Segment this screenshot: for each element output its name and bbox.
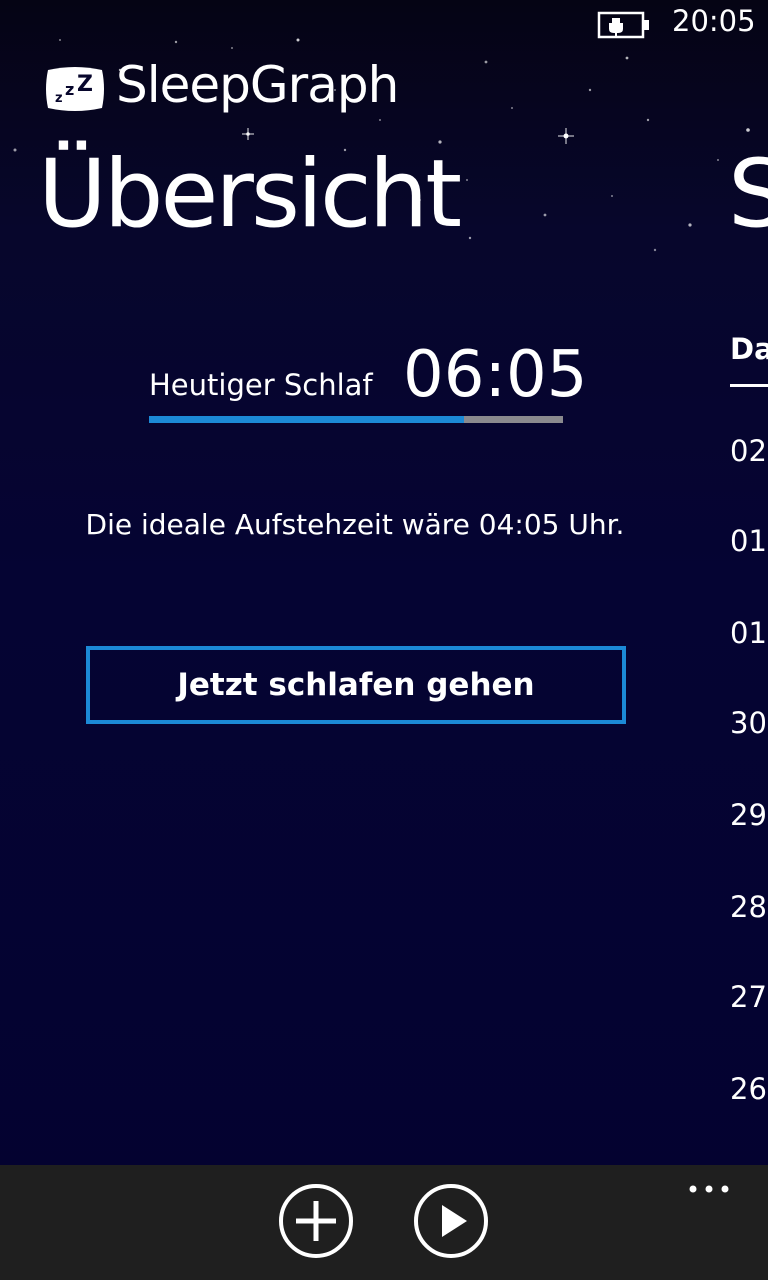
next-panel-list-item[interactable]: 01.	[730, 616, 768, 650]
next-panel-header-underline	[730, 384, 768, 387]
svg-text:Z: Z	[77, 72, 93, 97]
battery-charging-icon	[597, 11, 649, 39]
go-to-sleep-button[interactable]: Jetzt schlafen gehen	[86, 646, 626, 724]
pillow-zzz-icon: z z Z	[46, 67, 104, 111]
ideal-wake-time-text: Die ideale Aufstehzeit wäre 04:05 Uhr.	[85, 508, 625, 541]
next-panel-list-item[interactable]: 29.	[730, 798, 768, 832]
sleep-progress-bar	[149, 416, 563, 423]
pivot-header-overview[interactable]: Übersicht	[38, 140, 462, 249]
app-title: SleepGraph	[116, 56, 399, 114]
sleep-duration-value: 06:05	[403, 338, 588, 412]
sleep-label: Heutiger Schlaf	[149, 368, 373, 402]
next-panel-list-item[interactable]: 26.	[730, 1072, 768, 1106]
add-circle-icon[interactable]	[278, 1183, 354, 1259]
next-panel-list-item[interactable]: 28.	[730, 890, 768, 924]
next-panel-list-item[interactable]: 01.	[730, 524, 768, 558]
status-time: 20:05	[672, 4, 756, 38]
play-circle-icon[interactable]	[413, 1183, 489, 1259]
app-bar	[0, 1165, 768, 1280]
sleep-progress-fill	[149, 416, 464, 423]
svg-text:z: z	[65, 80, 74, 99]
next-panel-column-header: Da	[730, 332, 768, 366]
status-bar: 20:05	[0, 0, 768, 50]
pivot-header-next[interactable]: S	[728, 140, 768, 249]
next-panel-list-item[interactable]: 30.	[730, 706, 768, 740]
next-panel-list-item[interactable]: 02.	[730, 434, 768, 468]
svg-text:z: z	[55, 91, 63, 106]
next-panel-list-item[interactable]: 27.	[730, 980, 768, 1014]
more-dots-icon[interactable]	[688, 1175, 732, 1205]
